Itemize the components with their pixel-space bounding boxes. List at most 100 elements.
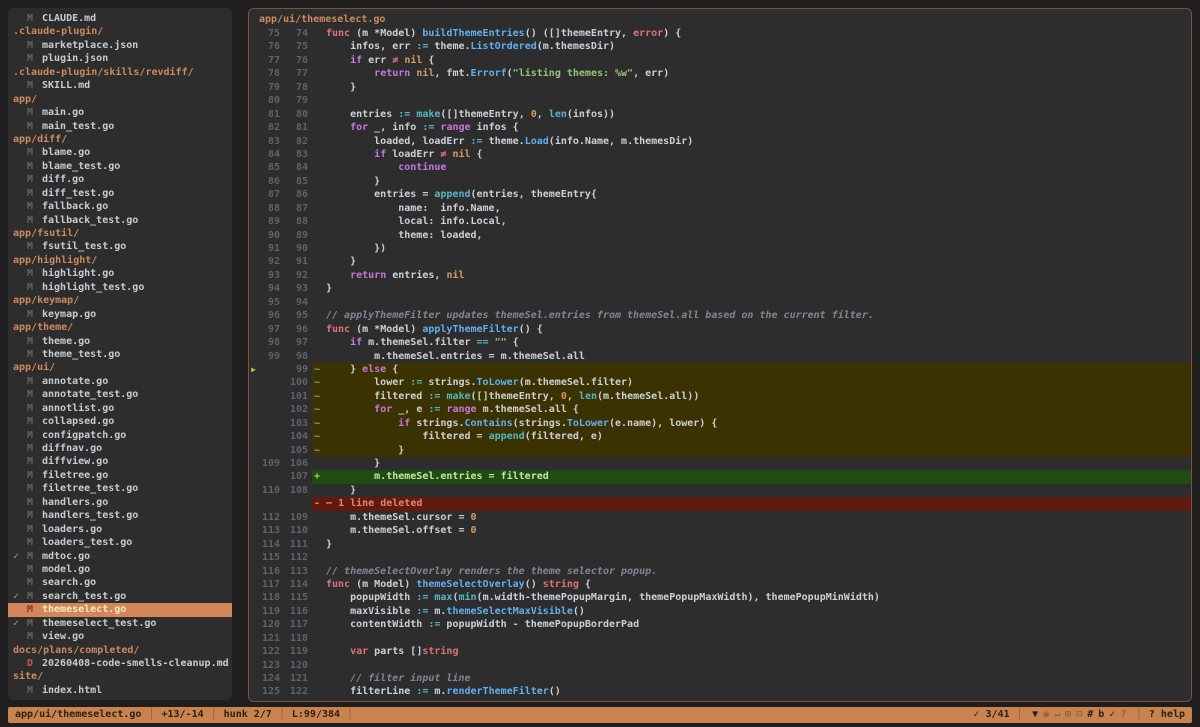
- diff-line: 121118: [249, 632, 1191, 645]
- cursor-gutter: [249, 376, 258, 389]
- tree-file-item[interactable]: Mfiletree.go: [8, 469, 232, 482]
- line-body: - ⋯ 1 line deleted: [312, 497, 1191, 510]
- diff-line: 122119 var parts []string: [249, 645, 1191, 658]
- file-name: fsutil_test.go: [42, 240, 126, 253]
- tree-file-item[interactable]: MCLAUDE.md: [8, 12, 232, 25]
- file-name: main.go: [42, 106, 84, 119]
- old-line-number: 90: [258, 229, 280, 242]
- change-marker: +: [312, 470, 326, 483]
- tree-file-item[interactable]: ✓Mthemeselect_test.go: [8, 617, 232, 630]
- tree-file-item[interactable]: Mloaders.go: [8, 523, 232, 536]
- tree-file-item[interactable]: Mtheme_test.go: [8, 348, 232, 361]
- new-line-number: 92: [282, 269, 308, 282]
- code-text: m.themeSel.entries = m.themeSel.all: [326, 350, 585, 363]
- tree-file-item[interactable]: Mview.go: [8, 630, 232, 643]
- change-marker: [312, 565, 326, 578]
- file-status-badge: M: [27, 173, 40, 186]
- change-marker: [312, 336, 326, 349]
- file-name: index.html: [42, 684, 102, 697]
- line-body: [312, 659, 1191, 672]
- file-status-badge: M: [27, 523, 40, 536]
- tree-file-item[interactable]: Mdiff_test.go: [8, 187, 232, 200]
- change-marker: [312, 269, 326, 282]
- code-text: m.themeSel.offset = 0: [326, 524, 477, 537]
- file-status-badge: M: [27, 603, 40, 616]
- file-name: diffnav.go: [42, 442, 102, 455]
- change-marker: [312, 457, 326, 470]
- line-body: if loadErr ≠ nil {: [312, 148, 1191, 161]
- tree-file-item[interactable]: Mfallback_test.go: [8, 214, 232, 227]
- tree-file-item[interactable]: Mhandlers.go: [8, 496, 232, 509]
- code-text: } else {: [326, 363, 398, 376]
- file-status-badge: M: [27, 455, 40, 468]
- tree-file-item[interactable]: Mfiletree_test.go: [8, 482, 232, 495]
- line-body: entries = append(entries, themeEntry{: [312, 188, 1191, 201]
- cursor-gutter: [249, 350, 258, 363]
- tree-file-item[interactable]: Mannotate.go: [8, 375, 232, 388]
- new-line-number: 110: [282, 524, 308, 537]
- tree-file-item[interactable]: MSKILL.md: [8, 79, 232, 92]
- cursor-gutter: [249, 40, 258, 53]
- tree-file-item[interactable]: Mblame.go: [8, 146, 232, 159]
- tree-file-item[interactable]: Mmodel.go: [8, 563, 232, 576]
- new-line-number: 74: [282, 27, 308, 40]
- tree-file-item[interactable]: Mkeymap.go: [8, 308, 232, 321]
- new-line-number: 99: [282, 363, 308, 376]
- tree-file-item[interactable]: Mconfigpatch.go: [8, 429, 232, 442]
- new-line-number: 108: [282, 484, 308, 497]
- tree-file-item[interactable]: Mmain_test.go: [8, 120, 232, 133]
- diff-line: 9998 m.themeSel.entries = m.themeSel.all: [249, 350, 1191, 363]
- cursor-gutter: [249, 27, 258, 40]
- tree-file-item[interactable]: Mfallback.go: [8, 200, 232, 213]
- tree-file-item[interactable]: Mhighlight.go: [8, 267, 232, 280]
- diff-line: 9493}: [249, 282, 1191, 295]
- tree-file-item[interactable]: Mmarketplace.json: [8, 39, 232, 52]
- line-body: m.themeSel.offset = 0: [312, 524, 1191, 537]
- old-line-number: 121: [258, 632, 280, 645]
- cursor-gutter: [249, 551, 258, 564]
- tree-file-item[interactable]: Mthemeselect.go: [8, 603, 232, 616]
- cursor-gutter: [249, 457, 258, 470]
- tree-file-item[interactable]: Mblame_test.go: [8, 160, 232, 173]
- tree-file-item[interactable]: ✓Msearch_test.go: [8, 590, 232, 603]
- tree-file-item[interactable]: Msearch.go: [8, 576, 232, 589]
- file-status-badge: M: [27, 442, 40, 455]
- tree-file-item[interactable]: Mhandlers_test.go: [8, 509, 232, 522]
- old-line-number: 77: [258, 54, 280, 67]
- old-line-number: 79: [258, 81, 280, 94]
- diff-deleted-lines-marker: - ⋯ 1 line deleted: [249, 497, 1191, 510]
- old-line-number: 89: [258, 215, 280, 228]
- tree-file-item[interactable]: Mcollapsed.go: [8, 415, 232, 428]
- diff-view-panel: app/ui/themeselect.go 7574func (m *Model…: [248, 8, 1192, 702]
- tree-file-item[interactable]: Mdiff.go: [8, 173, 232, 186]
- tree-file-item[interactable]: Mdiffview.go: [8, 455, 232, 468]
- tree-file-item[interactable]: D20260408-code-smells-cleanup.md: [8, 657, 232, 670]
- tree-file-item[interactable]: ✓Mmdtoc.go: [8, 550, 232, 563]
- new-line-number: 90: [282, 242, 308, 255]
- boxed-x-icon: ⊠: [1065, 709, 1071, 720]
- change-marker: ~: [312, 417, 326, 430]
- tree-file-item[interactable]: Mhighlight_test.go: [8, 281, 232, 294]
- tree-file-item[interactable]: Mloaders_test.go: [8, 536, 232, 549]
- cursor-gutter: [249, 645, 258, 658]
- file-status-badge: M: [27, 240, 40, 253]
- old-line-number: [258, 363, 280, 376]
- tree-file-item[interactable]: Mannotlist.go: [8, 402, 232, 415]
- diff-line: 9897 if m.themeSel.filter == "" {: [249, 336, 1191, 349]
- code-text: var parts []string: [326, 645, 458, 658]
- reviewed-check-icon: ✓: [13, 617, 27, 630]
- tree-file-item[interactable]: Mannotate_test.go: [8, 388, 232, 401]
- tree-file-item[interactable]: Mfsutil_test.go: [8, 240, 232, 253]
- cursor-gutter: [249, 430, 258, 443]
- code-text: // filter input line: [326, 672, 471, 685]
- file-name: handlers.go: [42, 496, 108, 509]
- deleted-lines-text: - ⋯ 1 line deleted: [312, 497, 422, 510]
- tree-file-item[interactable]: Mmain.go: [8, 106, 232, 119]
- tree-file-item[interactable]: Mdiffnav.go: [8, 442, 232, 455]
- separator: │: [279, 707, 285, 723]
- tree-file-item[interactable]: Mtheme.go: [8, 335, 232, 348]
- old-line-number: 87: [258, 188, 280, 201]
- tree-file-item[interactable]: Mindex.html: [8, 684, 232, 697]
- cursor-gutter: [249, 390, 258, 403]
- tree-file-item[interactable]: Mplugin.json: [8, 52, 232, 65]
